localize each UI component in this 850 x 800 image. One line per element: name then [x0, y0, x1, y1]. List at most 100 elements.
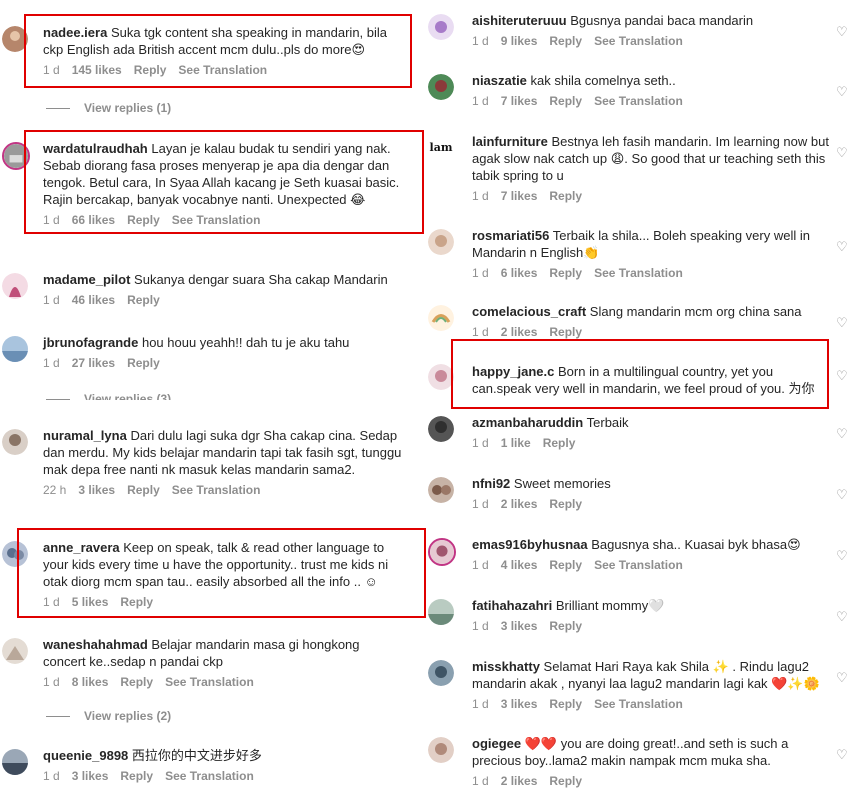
username[interactable]: fatihahazahri: [472, 598, 552, 613]
likes-count[interactable]: 2 likes: [501, 497, 538, 511]
username[interactable]: aishiteruteruuu: [472, 13, 567, 28]
username[interactable]: lainfurniture: [472, 134, 548, 149]
reply-button[interactable]: Reply: [549, 34, 582, 48]
reply-button[interactable]: Reply: [549, 774, 582, 788]
avatar[interactable]: lam: [428, 135, 454, 161]
see-translation-link[interactable]: See Translation: [594, 94, 683, 108]
avatar[interactable]: [428, 538, 456, 566]
heart-icon[interactable]: ♡: [836, 369, 848, 382]
likes-count[interactable]: 66 likes: [72, 213, 115, 227]
avatar[interactable]: [2, 541, 28, 567]
see-translation-link[interactable]: See Translation: [594, 34, 683, 48]
heart-icon[interactable]: ♡: [836, 549, 848, 562]
avatar[interactable]: [428, 14, 454, 40]
reply-button[interactable]: Reply: [549, 94, 582, 108]
likes-count[interactable]: 2 likes: [501, 325, 538, 339]
reply-button[interactable]: Reply: [549, 325, 582, 339]
reply-button[interactable]: Reply: [549, 266, 582, 280]
see-translation-link[interactable]: See Translation: [165, 675, 254, 689]
likes-count[interactable]: 46 likes: [72, 293, 115, 307]
see-translation-link[interactable]: See Translation: [172, 213, 261, 227]
heart-icon[interactable]: ♡: [836, 146, 848, 159]
view-replies-button[interactable]: View replies (3): [46, 392, 171, 400]
reply-button[interactable]: Reply: [127, 356, 160, 370]
likes-count[interactable]: 2 likes: [501, 774, 538, 788]
reply-button[interactable]: Reply: [543, 436, 576, 450]
username[interactable]: emas916byhusnaa: [472, 537, 588, 552]
reply-button[interactable]: Reply: [549, 189, 582, 203]
avatar[interactable]: [428, 229, 454, 255]
heart-icon[interactable]: ♡: [836, 488, 848, 501]
avatar[interactable]: [2, 638, 28, 664]
reply-button[interactable]: Reply: [549, 697, 582, 711]
avatar[interactable]: [2, 273, 28, 299]
see-translation-link[interactable]: See Translation: [594, 558, 683, 572]
reply-button[interactable]: Reply: [120, 769, 153, 783]
avatar[interactable]: [428, 416, 454, 442]
likes-count[interactable]: 7 likes: [501, 94, 538, 108]
avatar[interactable]: [428, 660, 454, 686]
username[interactable]: ogiegee: [472, 736, 521, 751]
reply-button[interactable]: Reply: [127, 293, 160, 307]
likes-count[interactable]: 5 likes: [72, 595, 109, 609]
see-translation-link[interactable]: See Translation: [172, 483, 261, 497]
see-translation-link[interactable]: See Translation: [165, 769, 254, 783]
see-translation-link[interactable]: See Translation: [594, 266, 683, 280]
heart-icon[interactable]: ♡: [836, 671, 848, 684]
reply-button[interactable]: Reply: [120, 595, 153, 609]
username[interactable]: queenie_9898: [43, 748, 128, 763]
likes-count[interactable]: 3 likes: [78, 483, 115, 497]
avatar[interactable]: [428, 74, 454, 100]
avatar[interactable]: [428, 305, 454, 331]
likes-count[interactable]: 145 likes: [72, 63, 122, 77]
username[interactable]: comelacious_craft: [472, 304, 586, 319]
heart-icon[interactable]: ♡: [836, 316, 848, 329]
username[interactable]: nadee.iera: [43, 25, 107, 40]
username[interactable]: rosmariati56: [472, 228, 549, 243]
reply-button[interactable]: Reply: [549, 558, 582, 572]
heart-icon[interactable]: ♡: [836, 25, 848, 38]
avatar[interactable]: [428, 737, 454, 763]
likes-count[interactable]: 3 likes: [501, 697, 538, 711]
heart-icon[interactable]: ♡: [836, 85, 848, 98]
reply-button[interactable]: Reply: [127, 483, 160, 497]
username[interactable]: misskhatty: [472, 659, 540, 674]
heart-icon[interactable]: ♡: [836, 610, 848, 623]
username[interactable]: anne_ravera: [43, 540, 120, 555]
likes-count[interactable]: 3 likes: [72, 769, 109, 783]
username[interactable]: niaszatie: [472, 73, 527, 88]
likes-count[interactable]: 3 likes: [501, 619, 538, 633]
avatar[interactable]: [2, 336, 28, 362]
username[interactable]: happy_jane.c: [472, 364, 554, 379]
reply-button[interactable]: Reply: [549, 497, 582, 511]
username[interactable]: jbrunofagrande: [43, 335, 138, 350]
username[interactable]: nuramal_lyna: [43, 428, 127, 443]
username[interactable]: azmanbaharuddin: [472, 415, 583, 430]
avatar[interactable]: [2, 429, 28, 455]
avatar[interactable]: [428, 364, 454, 390]
likes-count[interactable]: 4 likes: [501, 558, 538, 572]
likes-count[interactable]: 6 likes: [501, 266, 538, 280]
reply-button[interactable]: Reply: [549, 619, 582, 633]
see-translation-link[interactable]: See Translation: [178, 63, 267, 77]
username[interactable]: nfni92: [472, 476, 510, 491]
view-replies-button[interactable]: View replies (2): [46, 709, 171, 723]
username[interactable]: waneshahahmad: [43, 637, 148, 652]
username[interactable]: madame_pilot: [43, 272, 130, 287]
likes-count[interactable]: 27 likes: [72, 356, 115, 370]
avatar[interactable]: [2, 26, 28, 52]
avatar[interactable]: [428, 477, 454, 503]
see-translation-link[interactable]: See Translation: [594, 697, 683, 711]
reply-button[interactable]: Reply: [120, 675, 153, 689]
heart-icon[interactable]: ♡: [836, 748, 848, 761]
heart-icon[interactable]: ♡: [836, 240, 848, 253]
likes-count[interactable]: 9 likes: [501, 34, 538, 48]
view-replies-button[interactable]: View replies (1): [46, 101, 171, 115]
likes-count[interactable]: 1 like: [501, 436, 531, 450]
reply-button[interactable]: Reply: [127, 213, 160, 227]
avatar[interactable]: [2, 142, 30, 170]
likes-count[interactable]: 8 likes: [72, 675, 109, 689]
heart-icon[interactable]: ♡: [836, 427, 848, 440]
likes-count[interactable]: 7 likes: [501, 189, 538, 203]
reply-button[interactable]: Reply: [134, 63, 167, 77]
